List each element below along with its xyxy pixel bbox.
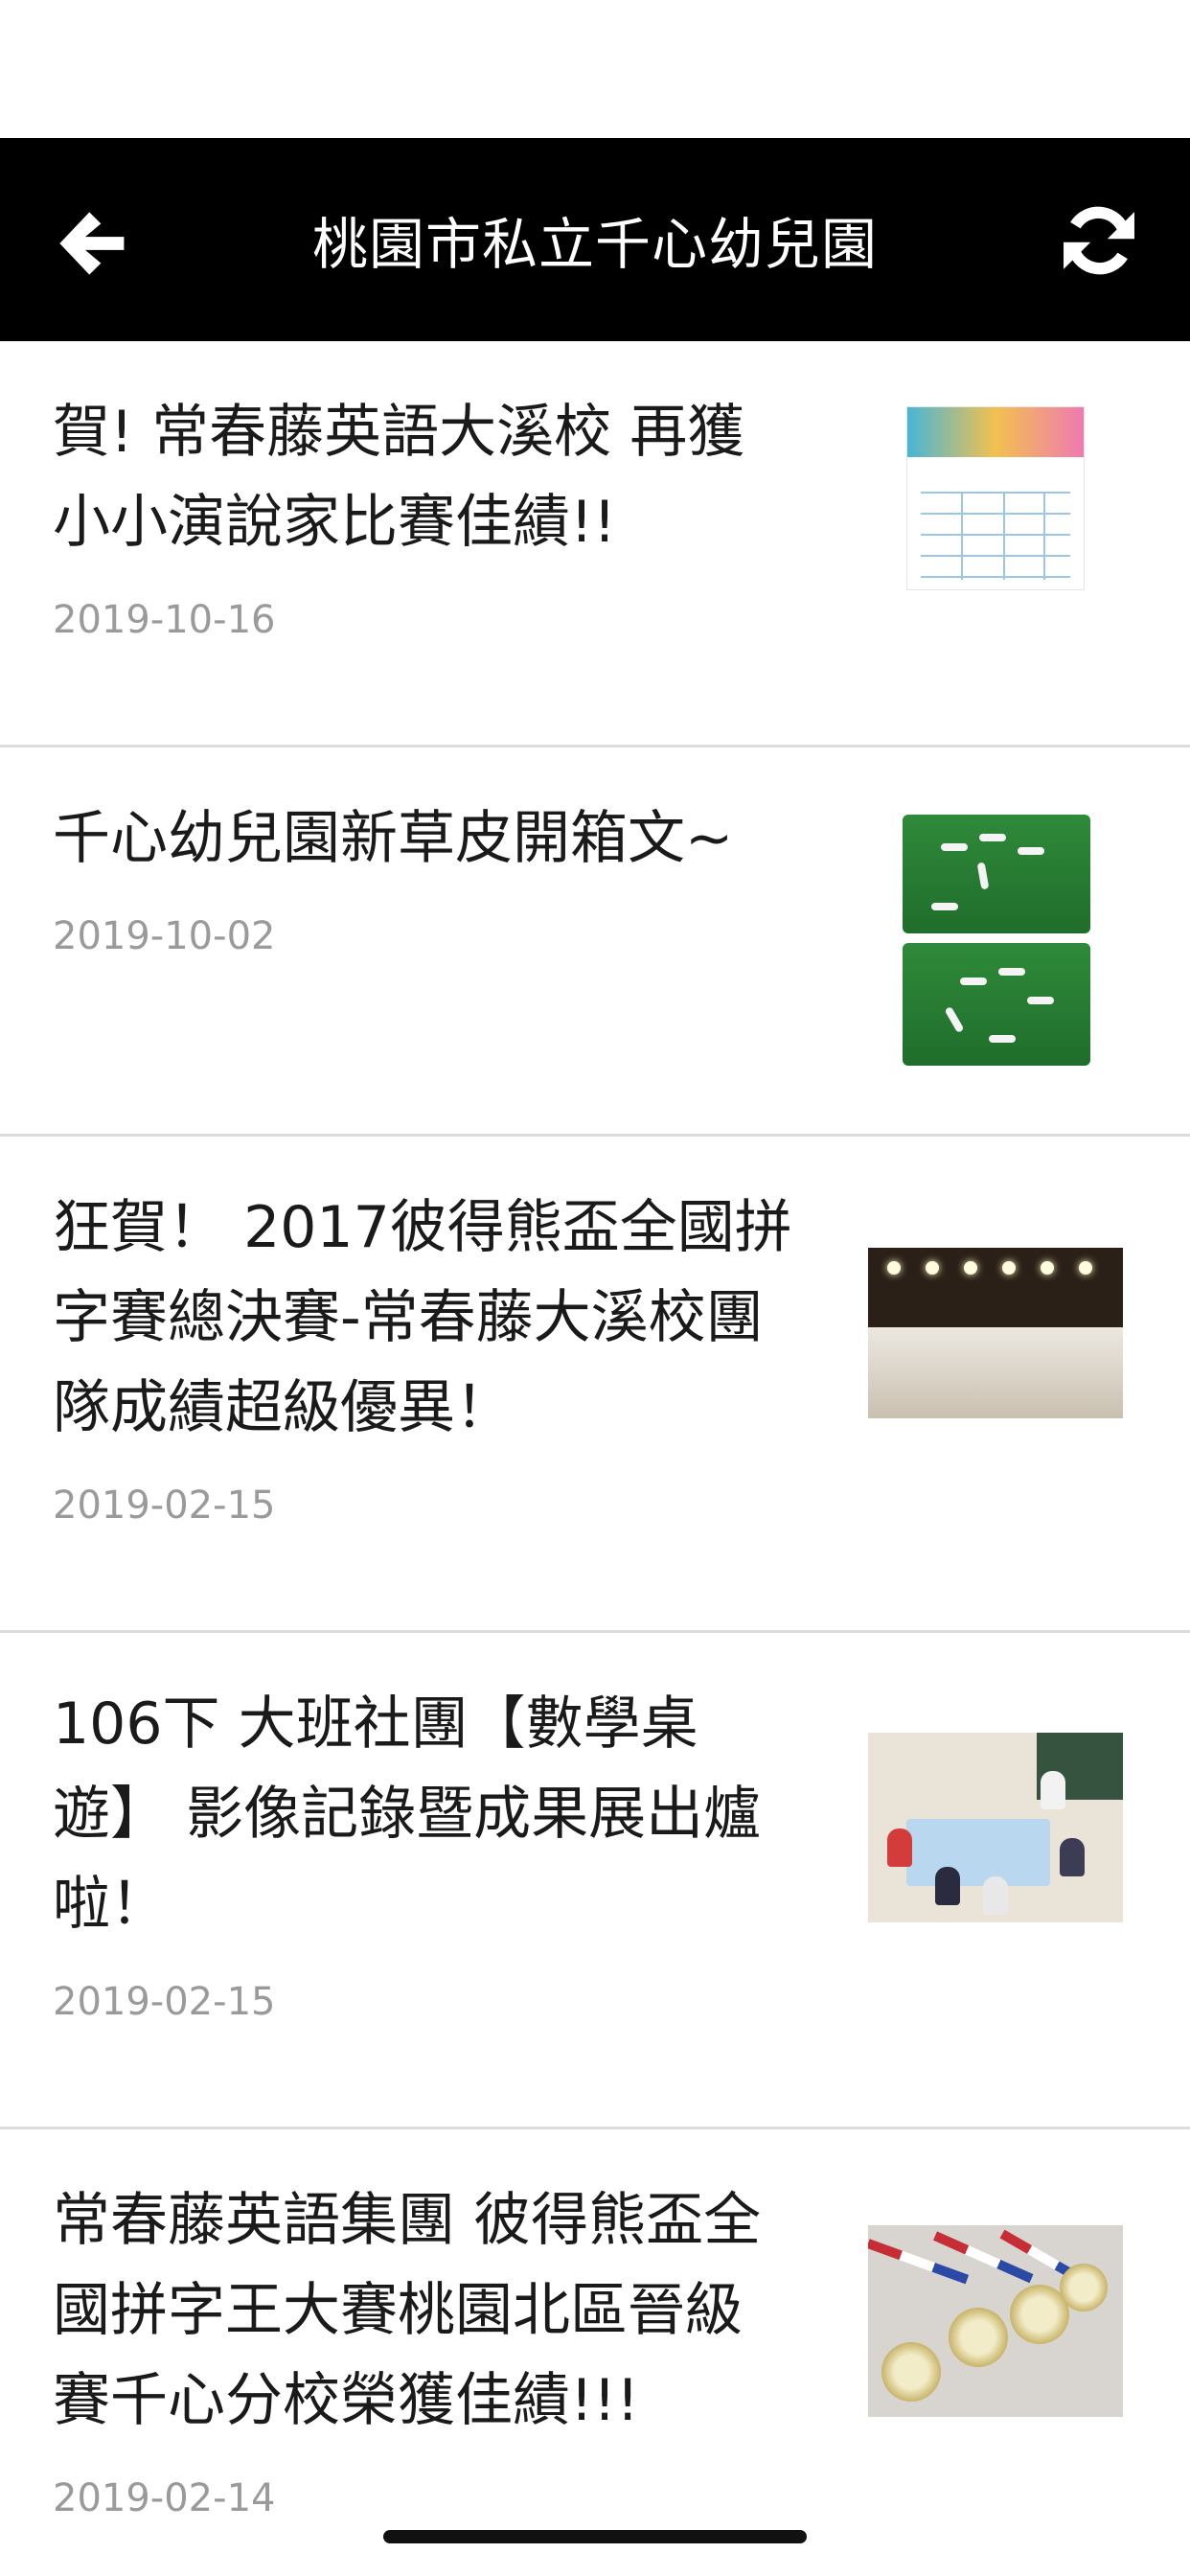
table-line: [961, 492, 963, 580]
child-shape: [960, 978, 987, 985]
article-title-line: 字賽總決賽-常春藤大溪校團: [53, 1284, 764, 1351]
back-button[interactable]: [38, 196, 144, 291]
article-date: 2019-02-14: [53, 2476, 276, 2520]
article-date: 2019-10-16: [53, 598, 276, 642]
stage-light: [1041, 1261, 1054, 1275]
child-shape: [989, 1035, 1016, 1043]
article-title: 千心幼兒園新草皮開箱文~: [53, 794, 733, 884]
article-title-line: 國拼字王大賽桃園北區晉級: [53, 2277, 743, 2344]
article-title-line: 遊】 影像記錄暨成果展出爐: [53, 1781, 762, 1848]
child-shape: [935, 1867, 960, 1905]
stage-light: [887, 1261, 901, 1275]
table-line: [1043, 492, 1045, 580]
article-title: 常春藤英語集團 彼得熊盃全 國拼字王大賽桃園北區晉級 賽千心分校榮獲佳績!!!: [53, 2175, 761, 2446]
grass-photo-top: [903, 815, 1090, 933]
article-text: 常春藤英語集團 彼得熊盃全 國拼字王大賽桃園北區晉級 賽千心分校榮獲佳績!!! …: [53, 2175, 761, 2520]
child-shape: [1027, 997, 1054, 1004]
article-title-line: 賽千心分校榮獲佳績!!!: [53, 2367, 640, 2434]
medal: [1060, 2264, 1108, 2312]
article-title-line: 隊成績超級優異！: [53, 1374, 513, 1441]
article-date: 2019-02-15: [53, 1980, 276, 2024]
article-thumbnail[interactable]: [868, 1733, 1123, 1922]
child-shape: [1041, 1771, 1065, 1809]
grass-photo-bottom: [903, 943, 1090, 1066]
article-title-line: 狂賀！ 2017彼得熊盃全國拼: [53, 1194, 792, 1261]
article-title: 106下 大班社團【數學桌 遊】 影像記錄暨成果展出爐 啦！: [53, 1679, 761, 1949]
list-item[interactable]: 常春藤英語集團 彼得熊盃全 國拼字王大賽桃園北區晉級 賽千心分校榮獲佳績!!! …: [0, 2129, 1190, 2561]
article-title-line: 千心幼兒園新草皮開箱文~: [53, 805, 734, 872]
classroom-table: [906, 1819, 1050, 1886]
child-shape: [887, 1828, 912, 1867]
stage-light: [964, 1261, 977, 1275]
table-line: [921, 513, 1070, 515]
table-line: [921, 492, 1070, 494]
arrow-left-icon: [59, 212, 125, 275]
child-shape: [931, 903, 958, 910]
refresh-button[interactable]: [1046, 188, 1152, 293]
medal: [949, 2308, 1008, 2367]
child-shape: [979, 834, 1006, 841]
refresh-icon: [1064, 206, 1134, 275]
article-date: 2019-02-15: [53, 1484, 276, 1528]
table-line: [921, 555, 1070, 557]
article-text: 106下 大班社團【數學桌 遊】 影像記錄暨成果展出爐 啦！ 2019-02-1…: [53, 1679, 761, 2024]
page-title: 桃園市私立千心幼兒園: [311, 212, 878, 277]
article-title-line: 賀! 常春藤英語大溪校 再獲: [53, 399, 745, 466]
list-item[interactable]: 千心幼兒園新草皮開箱文~ 2019-10-02: [0, 748, 1190, 1137]
article-thumbnail[interactable]: [903, 815, 1090, 1066]
child-shape: [983, 1876, 1008, 1915]
list-item[interactable]: 狂賀！ 2017彼得熊盃全國拼 字賽總決賽-常春藤大溪校團 隊成績超級優異！ 2…: [0, 1137, 1190, 1633]
article-title: 賀! 常春藤英語大溪校 再獲 小小演說家比賽佳績!!: [53, 387, 744, 567]
article-text: 狂賀！ 2017彼得熊盃全國拼 字賽總決賽-常春藤大溪校團 隊成績超級優異！ 2…: [53, 1183, 792, 1528]
table-line: [921, 576, 1070, 578]
child-shape: [1060, 1838, 1085, 1876]
poster-banner: [907, 407, 1084, 457]
article-title-line: 啦！: [53, 1871, 168, 1938]
article-title-line: 小小演說家比賽佳績!!: [53, 489, 617, 556]
article-list: 賀! 常春藤英語大溪校 再獲 小小演說家比賽佳績!! 2019-10-16 千心…: [0, 341, 1190, 2561]
group-of-children: [868, 1327, 1123, 1418]
stage-light: [1079, 1261, 1092, 1275]
article-title-line: 常春藤英語集團 彼得熊盃全: [53, 2187, 762, 2254]
article-date: 2019-10-02: [53, 914, 276, 958]
article-title: 狂賀！ 2017彼得熊盃全國拼 字賽總決賽-常春藤大溪校團 隊成績超級優異！: [53, 1183, 792, 1453]
article-text: 千心幼兒園新草皮開箱文~ 2019-10-02: [53, 794, 733, 958]
list-item[interactable]: 106下 大班社團【數學桌 遊】 影像記錄暨成果展出爐 啦！ 2019-02-1…: [0, 1633, 1190, 2129]
list-item[interactable]: 賀! 常春藤英語大溪校 再獲 小小演說家比賽佳績!! 2019-10-16: [0, 341, 1190, 748]
article-thumbnail[interactable]: [868, 2225, 1123, 2417]
article-text: 賀! 常春藤英語大溪校 再獲 小小演說家比賽佳績!! 2019-10-16: [53, 387, 744, 642]
child-shape: [998, 968, 1025, 976]
article-thumbnail[interactable]: [906, 406, 1085, 590]
child-shape: [941, 843, 968, 851]
stage-light: [926, 1261, 939, 1275]
stage-light: [1002, 1261, 1016, 1275]
table-line: [921, 534, 1070, 536]
status-bar: [0, 0, 1190, 138]
child-shape: [1018, 847, 1044, 855]
navigation-bar: 桃園市私立千心幼兒園: [0, 138, 1190, 341]
home-indicator[interactable]: [383, 2530, 807, 2543]
medal: [881, 2342, 941, 2402]
article-thumbnail[interactable]: [868, 1248, 1123, 1418]
article-title-line: 106下 大班社團【數學桌: [53, 1690, 698, 1758]
table-line: [1003, 492, 1005, 580]
